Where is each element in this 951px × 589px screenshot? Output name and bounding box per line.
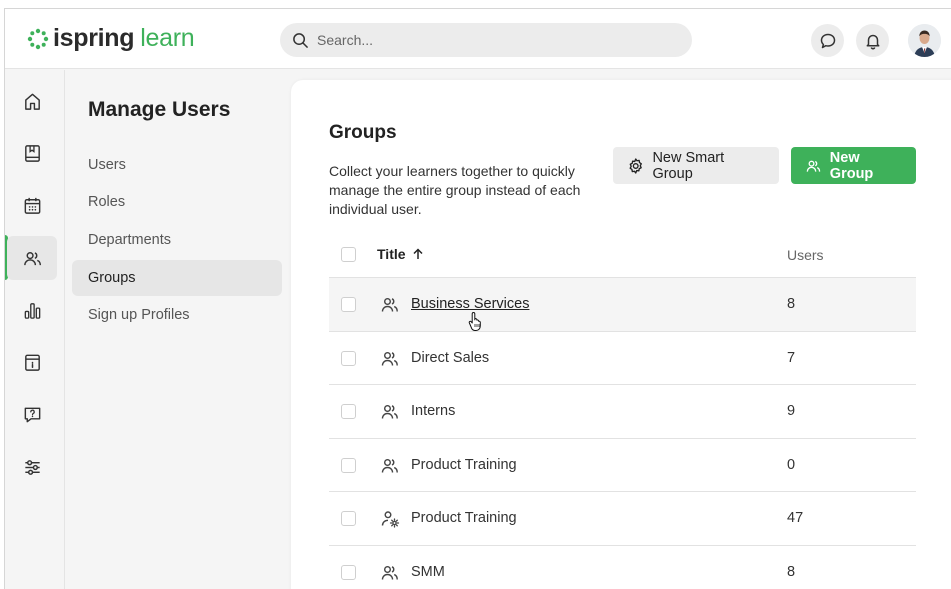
new-smart-group-button[interactable]: New Smart Group [613, 147, 779, 184]
rail-item-calendar[interactable] [7, 183, 57, 227]
info-card-icon [24, 354, 40, 371]
help-chat-icon [24, 407, 40, 422]
select-all-checkbox[interactable] [341, 247, 356, 262]
row-checkbox[interactable] [341, 404, 356, 419]
subnav-item-groups[interactable]: Groups [72, 260, 282, 296]
search-input[interactable] [317, 32, 657, 48]
row-checkbox[interactable] [341, 564, 356, 580]
table-row[interactable]: Direct Sales 7 [329, 332, 916, 385]
chat-icon [820, 33, 835, 48]
group-title-link[interactable]: Business Services [411, 296, 529, 312]
book-icon [24, 144, 40, 162]
title-column-label: Title [377, 246, 406, 262]
group-user-count: 47 [787, 510, 804, 526]
group-title[interactable]: SMM [411, 564, 445, 580]
bell-icon [866, 34, 879, 49]
search-icon [293, 32, 308, 48]
rail-item-reports[interactable] [7, 288, 57, 332]
subnav-item-users[interactable]: Users [72, 147, 282, 183]
group-user-count: 8 [787, 563, 796, 580]
rail-item-info[interactable] [7, 340, 57, 384]
groups-table: Title Users Business Services 8 Direct S… [329, 231, 916, 589]
rail-item-home[interactable] [7, 79, 57, 123]
group-title[interactable]: Product Training [411, 457, 517, 473]
table-row[interactable]: Business Services 8 [329, 278, 916, 332]
avatar-image [908, 24, 941, 57]
bar-chart-icon [24, 302, 40, 319]
groups-panel: Groups Collect your learners together to… [291, 80, 951, 589]
subnav-item-departments[interactable]: Departments [72, 222, 282, 258]
search-bar[interactable] [280, 23, 692, 57]
users-column-header[interactable]: Users [787, 247, 824, 263]
sliders-icon [24, 459, 40, 475]
row-checkbox[interactable] [341, 511, 356, 526]
app-window: ispring learn Search... Manage Users Use… [4, 8, 951, 589]
manage-users-nav: Manage Users Users Roles Departments Gro… [66, 70, 292, 589]
rail-item-users[interactable] [7, 236, 57, 280]
users-icon [806, 160, 821, 172]
table-row[interactable]: Interns 9 [329, 385, 916, 439]
group-icon [381, 458, 398, 473]
group-user-count: 9 [787, 403, 796, 419]
user-avatar[interactable] [908, 24, 941, 57]
new-smart-group-label: New Smart Group [652, 149, 725, 182]
logo[interactable]: ispring learn [27, 24, 195, 53]
new-group-button[interactable]: New Group [791, 147, 916, 184]
table-header: Title Users [329, 231, 916, 278]
home-icon [24, 93, 40, 110]
logo-text-learn: learn [140, 24, 195, 52]
group-icon [381, 565, 398, 580]
subnav-item-roles[interactable]: Roles [72, 184, 282, 220]
subnav-item-sign-up-profiles[interactable]: Sign up Profiles [72, 297, 282, 333]
page-title: Groups [329, 122, 397, 143]
section-title: Manage Users [88, 98, 231, 121]
group-icon [381, 297, 398, 312]
row-checkbox[interactable] [341, 350, 356, 366]
group-icon [381, 404, 398, 419]
chat-button[interactable] [811, 24, 844, 57]
group-user-count: 7 [787, 349, 796, 366]
rail-item-content[interactable] [7, 131, 57, 175]
rail-item-help[interactable] [7, 392, 57, 436]
smart-group-icon [381, 511, 400, 528]
notifications-button[interactable] [856, 24, 889, 57]
table-row[interactable]: Product Training 0 [329, 439, 916, 492]
group-user-count: 0 [787, 456, 796, 473]
title-column-header[interactable]: Title [377, 246, 424, 262]
rail-item-settings[interactable] [7, 445, 57, 489]
calendar-icon [24, 197, 40, 214]
group-user-count: 8 [787, 296, 796, 312]
icon-rail [5, 70, 65, 589]
group-icon [381, 351, 398, 366]
row-checkbox[interactable] [341, 297, 356, 312]
users-icon [23, 251, 41, 265]
table-row[interactable]: Product Training 47 [329, 492, 916, 546]
hand-cursor-icon [468, 312, 481, 331]
arrow-up-icon [413, 248, 423, 259]
top-bar: ispring learn [5, 9, 951, 69]
table-row[interactable]: SMM 8 [329, 546, 916, 589]
group-title[interactable]: Interns [411, 403, 455, 419]
new-group-label: New Group [829, 149, 874, 182]
gear-icon [629, 157, 642, 174]
group-title[interactable]: Direct Sales [411, 350, 489, 366]
row-checkbox[interactable] [341, 457, 356, 473]
ispring-logo-icon [27, 28, 49, 49]
page-description: Collect your learners together to quickl… [329, 163, 581, 217]
group-title[interactable]: Product Training [411, 510, 517, 526]
logo-text-ispring: ispring [53, 24, 135, 52]
